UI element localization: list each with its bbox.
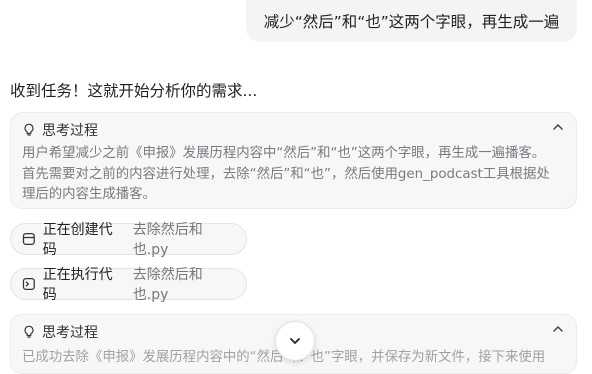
chevron-up-icon[interactable] — [552, 323, 564, 335]
tool-call-file: 去除然后和也.py — [132, 267, 203, 303]
thinking-title-2: 思考过程 — [42, 325, 98, 341]
tool-call-action: 正在创建代码 — [42, 222, 113, 258]
thinking-line: 首先需要对之前的内容进行处理，去除“然后”和“也”，然后使用gen_podcas… — [22, 166, 550, 182]
lightbulb-icon — [24, 325, 34, 338]
thinking-panel-1: 思考过程 用户希望减少之前《申报》发展历程内容中“然后”和“也”这两个字眼，再生… — [10, 112, 577, 209]
thinking-line: 用户希望减少之前《申报》发展历程内容中“然后”和“也”这两个字眼，再生成一遍播客… — [22, 146, 546, 161]
tool-call-action: 正在执行代码 — [42, 267, 113, 303]
tool-call-create-code[interactable]: 正在创建代码 去除然后和也.py — [10, 222, 247, 258]
lightbulb-icon — [24, 123, 34, 136]
thinking-line: 理后的内容生成播客。 — [22, 187, 156, 202]
thinking-body-1: 用户希望减少之前《申报》发展历程内容中“然后”和“也”这两个字眼，再生成一遍播客… — [22, 144, 570, 206]
chevron-down-icon — [290, 338, 300, 344]
assistant-status-text: 收到任务！这就开始分析你的需求... — [10, 82, 258, 100]
thinking-header-1[interactable]: 思考过程 — [22, 120, 98, 140]
tool-call-run-code[interactable]: 正在执行代码 去除然后和也.py — [10, 267, 247, 303]
thinking-title-1: 思考过程 — [42, 123, 98, 139]
terminal-icon — [22, 277, 35, 291]
tool-call-file: 去除然后和也.py — [132, 222, 203, 258]
chevron-up-icon[interactable] — [552, 121, 564, 133]
thinking-header-2[interactable]: 思考过程 — [22, 322, 98, 342]
user-message-bubble: 减少“然后”和“也”这两个字眼，再生成一遍 — [246, 0, 577, 42]
user-message-text: 减少“然后”和“也”这两个字眼，再生成一遍 — [263, 13, 560, 31]
scroll-to-bottom-button[interactable] — [275, 321, 315, 361]
file-code-icon — [22, 232, 35, 246]
